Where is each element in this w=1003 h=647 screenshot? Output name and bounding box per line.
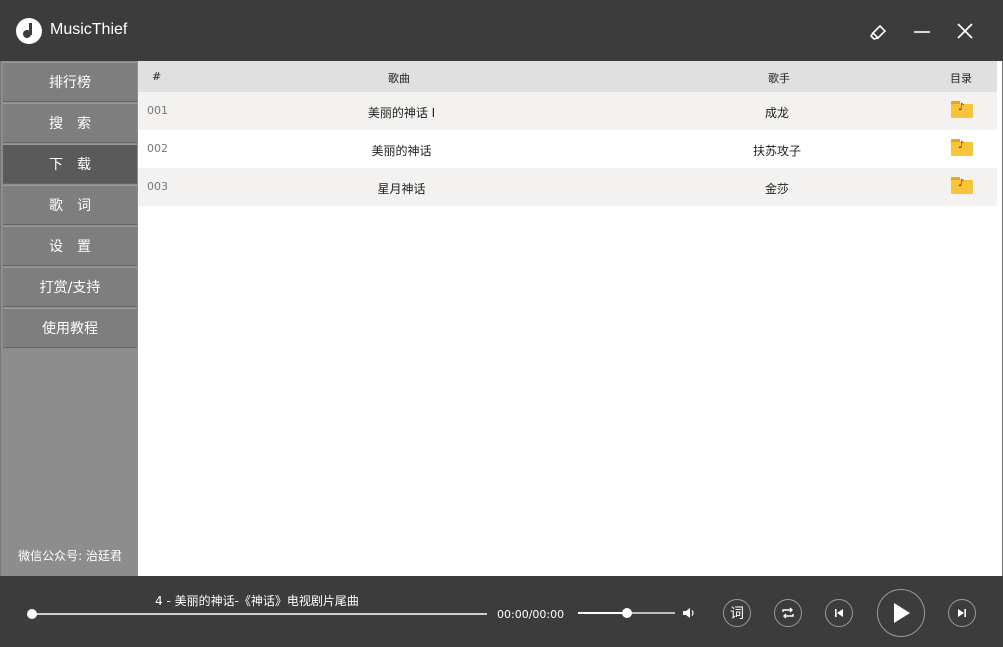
skin-button[interactable] [866,18,892,44]
brush-icon [869,24,887,40]
sidebar-item-label: 排行榜 [49,75,91,91]
skip-previous-icon [835,609,843,617]
close-button[interactable] [952,18,978,44]
sidebar-item-label: 搜 索 [49,116,91,132]
lyrics-button-label: 词 [730,606,744,622]
volume-knob[interactable] [621,608,632,618]
song-title: 美丽的神话 [371,144,432,158]
singer-name: 金莎 [764,182,789,196]
close-icon [957,23,973,39]
now-playing-title: 4 - 美丽的神话-《神话》电视剧片尾曲 [155,594,359,608]
repeat-button[interactable] [774,599,802,627]
sidebar-item-label: 歌 词 [49,198,91,214]
previous-button[interactable] [825,599,853,627]
sidebar-item-search[interactable]: 搜 索 [3,103,137,143]
volume-fill [578,612,627,614]
column-header-singer[interactable]: 歌手 [768,70,790,86]
progress-knob[interactable] [27,609,37,619]
sidebar-item-label: 下 载 [49,157,91,173]
table-row[interactable]: 003 星月神话 金莎 ♪ [138,168,997,206]
song-title: 星月神话 [377,182,426,196]
next-button[interactable] [948,599,976,627]
song-title: 美丽的神话 I [367,106,436,120]
lyrics-button[interactable]: 词 [723,599,751,627]
wechat-account-label: 微信公众号: 治廷君 [18,549,122,563]
playback-time: 00:00/00:00 [497,608,565,621]
music-folder-icon[interactable]: ♪ [951,139,973,157]
minimize-icon [914,31,930,33]
table-row[interactable]: 002 美丽的神话 扶苏攻子 ♪ [138,130,997,168]
minimize-button[interactable] [909,18,935,44]
sidebar-item-lyrics[interactable]: 歌 词 [3,185,137,225]
sidebar-item-settings[interactable]: 设 置 [3,226,137,266]
sidebar-item-download[interactable]: 下 载 [3,144,137,184]
play-icon [894,603,910,623]
download-list: # 歌曲 歌手 目录 001 美丽的神话 I 成龙 ♪ 002 美丽的神话 扶苏… [138,61,1003,576]
sidebar-item-label: 使用教程 [42,321,98,337]
table-header: # 歌曲 歌手 目录 [138,61,997,92]
music-folder-icon[interactable]: ♪ [951,177,973,195]
speaker-icon[interactable] [682,606,696,620]
player-bar: 4 - 美丽的神话-《神话》电视剧片尾曲 00:00/00:00 词 [0,576,1003,647]
sidebar-item-label: 设 置 [49,239,91,255]
progress-bar[interactable] [31,613,487,615]
sidebar-item-label: 打赏/支持 [39,280,101,296]
singer-name: 成龙 [764,106,789,120]
play-button[interactable] [877,589,925,637]
column-header-song[interactable]: 歌曲 [388,70,410,86]
column-header-num: # [152,70,162,83]
singer-name: 扶苏攻子 [752,144,801,158]
sidebar-item-charts[interactable]: 排行榜 [3,62,137,102]
title-bar: MusicThief [0,0,1003,61]
app-title: MusicThief [50,21,128,38]
music-folder-icon[interactable]: ♪ [951,101,973,119]
app-logo-icon [16,18,42,44]
sidebar-item-donate[interactable]: 打赏/支持 [3,267,137,307]
column-header-folder: 目录 [950,72,972,85]
table-row[interactable]: 001 美丽的神话 I 成龙 ♪ [138,92,997,130]
skip-next-icon [958,609,966,617]
sidebar-item-tutorial[interactable]: 使用教程 [3,308,137,348]
sidebar: 排行榜 搜 索 下 载 歌 词 设 置 打赏/支持 使用教程 微信公众号: 治廷… [0,61,138,576]
repeat-icon [782,607,794,619]
